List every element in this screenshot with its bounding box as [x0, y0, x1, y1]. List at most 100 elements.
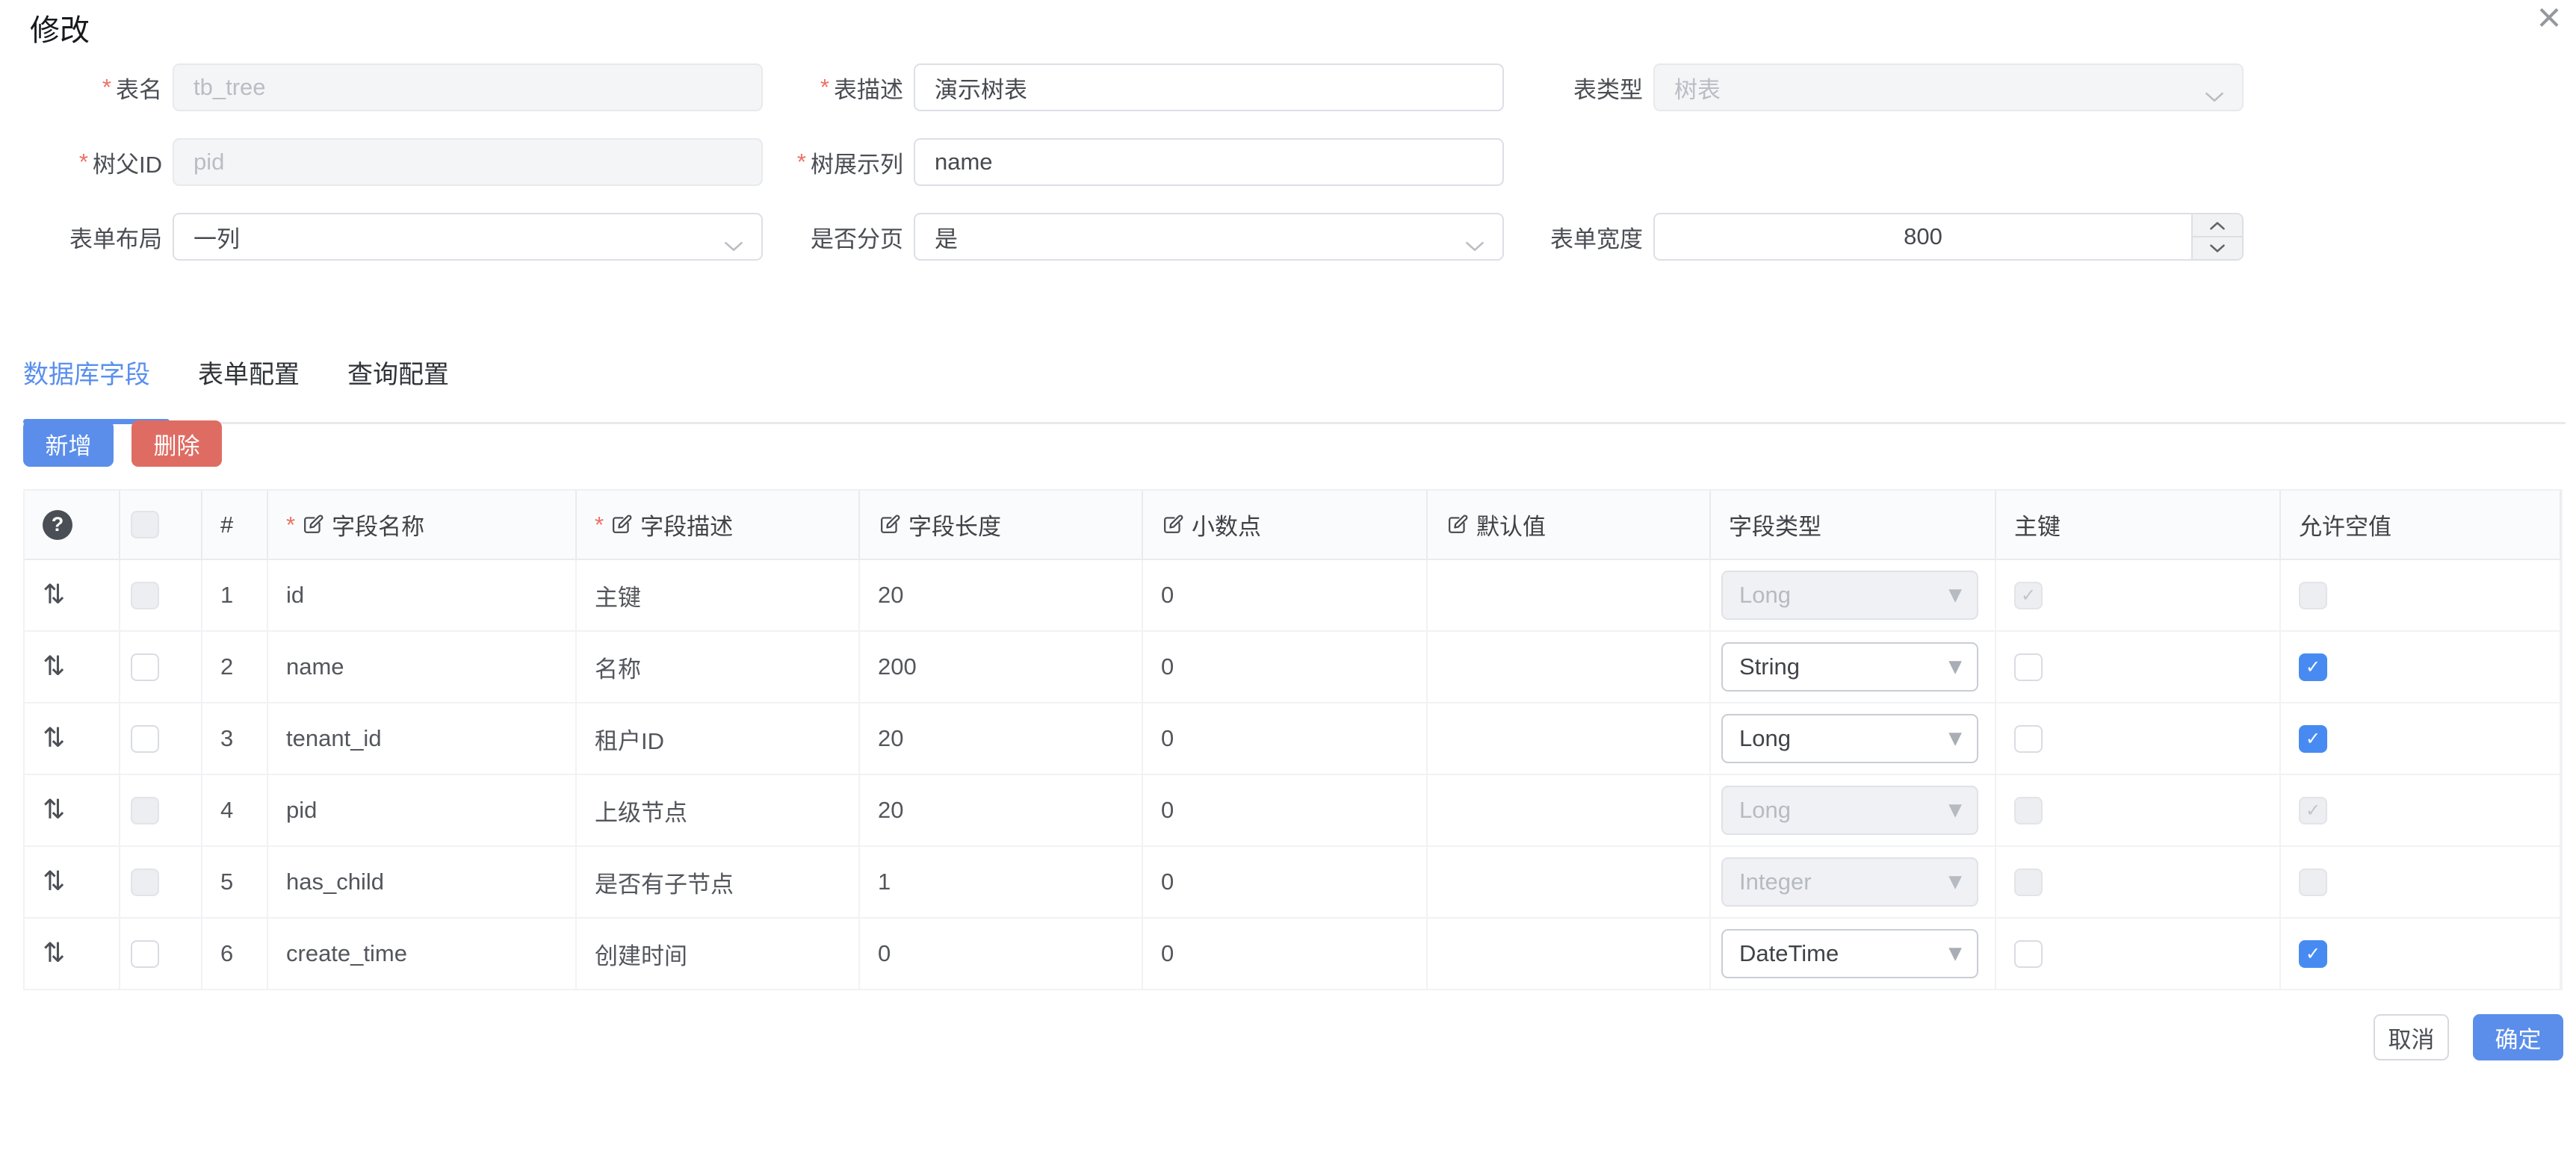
select-all-checkbox: ✓	[131, 511, 159, 538]
drag-sort-icon[interactable]: ⇅	[43, 725, 65, 752]
decimal-point-cell: 0	[1143, 632, 1428, 702]
pagination-enabled-select[interactable]: 是	[914, 213, 1504, 261]
drag-sort-icon[interactable]: ⇅	[43, 869, 65, 895]
table-description-label: *表描述	[784, 71, 914, 105]
field-length-cell-text: 200	[878, 653, 917, 680]
primary-key-checkbox[interactable]: ✓	[2014, 725, 2043, 753]
header-label: #	[220, 512, 233, 538]
close-icon[interactable]: ×	[2528, 0, 2570, 37]
header-label: 允许空值	[2299, 508, 2391, 541]
field-desc-cell-text: 主键	[595, 579, 641, 612]
check-mark-icon: ✓	[2306, 658, 2320, 676]
default-value-cell	[1428, 847, 1711, 917]
drag-sort-icon[interactable]: ⇅	[43, 653, 65, 680]
primary-key-cell: ✓	[1996, 919, 2281, 989]
default-value-cell	[1428, 560, 1711, 630]
primary-key-checkbox[interactable]: ✓	[2014, 940, 2043, 968]
table-name-field: *表名	[30, 63, 763, 111]
tab-form-config[interactable]: 表单配置	[198, 354, 300, 391]
default-value-cell	[1428, 775, 1711, 845]
drag-sort-icon[interactable]: ⇅	[43, 582, 65, 609]
decimal-point-cell: 0	[1143, 560, 1428, 630]
field-length-cell-text: 20	[878, 582, 903, 609]
field-length-cell: 20	[860, 560, 1143, 630]
confirm-button[interactable]: 确定	[2473, 1014, 2563, 1060]
field-desc-cell: 创建时间	[577, 919, 860, 989]
row-index-cell-text: 6	[220, 940, 233, 967]
field-type-cell: Integer▼	[1711, 847, 1996, 917]
tree-display-column-label: *树展示列	[784, 146, 914, 179]
pagination-enabled-label: 是否分页	[784, 220, 914, 254]
field-length-cell-text: 0	[878, 940, 891, 967]
edit-column-icon	[1446, 513, 1469, 536]
primary-key-checkbox[interactable]: ✓	[2014, 653, 2043, 681]
tree-display-column-input[interactable]	[914, 138, 1504, 186]
check-mark-icon: ✓	[2306, 586, 2320, 604]
form-layout-select[interactable]: 一列	[173, 213, 763, 261]
field-type-select[interactable]: DateTime▼	[1721, 929, 1978, 978]
field-type-value: DateTime	[1739, 940, 1839, 967]
check-mark-icon: ✓	[137, 658, 152, 676]
header-cell: *字段名称	[268, 491, 577, 559]
field-desc-cell-text: 上级节点	[595, 794, 687, 827]
tab-query-config[interactable]: 查询配置	[347, 354, 449, 391]
form-width-input[interactable]	[1655, 214, 2191, 260]
drag-sort-cell: ⇅	[25, 632, 120, 702]
field-name-cell: tenant_id	[268, 703, 577, 774]
add-field-button[interactable]: 新增	[23, 420, 114, 467]
stepper-controls	[2191, 214, 2242, 259]
default-value-cell	[1428, 632, 1711, 702]
field-desc-cell-text: 创建时间	[595, 937, 687, 971]
field-type-cell: Long▼	[1711, 560, 1996, 630]
required-mark: *	[286, 512, 295, 538]
decimal-point-cell: 0	[1143, 775, 1428, 845]
dropdown-arrow-icon: ▼	[1948, 585, 1962, 605]
table-description-input[interactable]	[914, 63, 1504, 111]
row-index-cell: 3	[202, 703, 268, 774]
form-width-field: 表单宽度	[1524, 213, 2244, 261]
field-name-cell: id	[268, 560, 577, 630]
table-row: ⇅✓1id主键200Long▼✓✓	[25, 560, 2561, 632]
field-name-cell: has_child	[268, 847, 577, 917]
row-index-cell: 1	[202, 560, 268, 630]
nullable-cell: ✓	[2281, 703, 2561, 774]
drag-sort-icon[interactable]: ⇅	[43, 940, 65, 967]
tab-database-fields[interactable]: 数据库字段	[23, 354, 150, 391]
decimal-point-cell: 0	[1143, 703, 1428, 774]
primary-key-cell: ✓	[1996, 847, 2281, 917]
nullable-checkbox[interactable]: ✓	[2299, 725, 2327, 753]
delete-field-button[interactable]: 删除	[131, 420, 222, 467]
primary-key-checkbox: ✓	[2014, 869, 2043, 896]
table-row: ⇅✓5has_child是否有子节点10Integer▼✓✓	[25, 847, 2561, 919]
nullable-checkbox[interactable]: ✓	[2299, 653, 2327, 681]
cancel-button[interactable]: 取消	[2374, 1014, 2449, 1060]
field-name-cell-text: name	[286, 653, 344, 680]
header-cell: 主键	[1996, 491, 2281, 559]
nullable-cell: ✓	[2281, 560, 2561, 630]
nullable-checkbox: ✓	[2299, 869, 2327, 896]
check-mark-icon: ✓	[137, 586, 152, 604]
field-type-select[interactable]: String▼	[1721, 642, 1978, 692]
tab-bar: 数据库字段 表单配置 查询配置	[23, 354, 2566, 424]
row-select-checkbox[interactable]: ✓	[131, 653, 159, 681]
check-mark-icon: ✓	[137, 945, 152, 963]
check-mark-icon: ✓	[2306, 801, 2320, 819]
decrement-button[interactable]	[2193, 237, 2242, 259]
field-type-select[interactable]: Long▼	[1721, 714, 1978, 763]
drag-sort-icon[interactable]: ⇅	[43, 797, 65, 824]
form-layout-label: 表单布局	[30, 220, 173, 254]
header-cell: 小数点	[1143, 491, 1428, 559]
field-name-cell-text: tenant_id	[286, 725, 382, 752]
default-value-cell	[1428, 703, 1711, 774]
field-length-cell-text: 20	[878, 797, 903, 824]
row-select-checkbox[interactable]: ✓	[131, 725, 159, 753]
help-icon[interactable]: ?	[43, 510, 72, 540]
required-mark: *	[595, 512, 604, 538]
increment-button[interactable]	[2193, 214, 2242, 237]
row-select-checkbox[interactable]: ✓	[131, 940, 159, 968]
nullable-checkbox[interactable]: ✓	[2299, 940, 2327, 968]
row-select-cell: ✓	[120, 703, 202, 774]
header-label: 默认值	[1476, 508, 1546, 541]
field-type-select: Long▼	[1721, 571, 1978, 620]
check-mark-icon: ✓	[2021, 873, 2036, 891]
